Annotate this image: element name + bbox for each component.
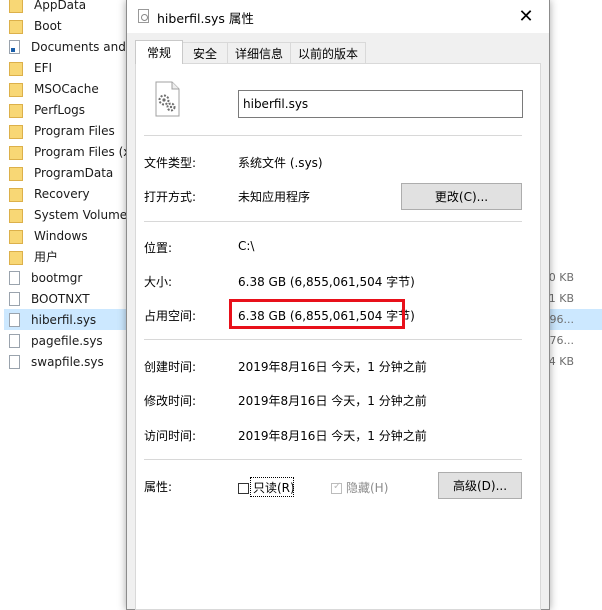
attributes-label: 属性: (144, 480, 173, 494)
file-name-field[interactable] (238, 90, 523, 118)
file-name: Boot (34, 18, 62, 33)
file-name: AppData (34, 0, 87, 12)
accessed-value: 2019年8月16日 今天，1 分钟之前 (238, 429, 427, 443)
file-type-label: 文件类型: (144, 156, 197, 170)
divider (144, 459, 522, 460)
dialog-title: hiberfil.sys 属性 (157, 11, 254, 26)
folder-icon (9, 61, 23, 76)
file-name: 用户 (34, 250, 59, 264)
folder-icon (9, 250, 23, 265)
divider (144, 135, 522, 136)
gear-file-icon (155, 81, 180, 117)
checkmark-icon: ✓ (333, 481, 342, 492)
file-name: ProgramData (34, 165, 114, 180)
size-value: 6.38 GB (6,855,061,504 字节) (238, 275, 415, 289)
opens-with-value: 未知应用程序 (238, 190, 311, 204)
file-name: System Volume I (34, 207, 135, 222)
hidden-checkbox: ✓ (331, 481, 342, 494)
file-name: Documents and S (31, 39, 138, 54)
file-name: BOOTNXT (31, 291, 90, 306)
file-name: PerfLogs (34, 102, 86, 117)
file-icon (9, 270, 20, 285)
file-size: 4 KB (548, 355, 574, 368)
created-value: 2019年8月16日 今天，1 分钟之前 (238, 360, 427, 374)
file-name: Program Files (34, 123, 115, 138)
location-value: C:\ (238, 239, 255, 253)
file-name: hiberfil.sys (31, 312, 97, 327)
file-type-value: 系统文件 (.sys) (238, 156, 323, 170)
tab-security[interactable]: 安全 (182, 42, 228, 63)
file-name: bootmgr (31, 270, 83, 285)
general-panel: 文件类型: 系统文件 (.sys) 打开方式: 未知应用程序 更改(C)... … (135, 63, 541, 610)
tab-previous-versions[interactable]: 以前的版本 (290, 42, 366, 63)
folder-icon (9, 124, 23, 139)
folder-icon (9, 103, 23, 118)
opens-with-label: 打开方式: (144, 190, 197, 204)
readonly-checkbox[interactable] (238, 483, 249, 494)
file-name: EFI (34, 60, 53, 75)
folder-icon (9, 145, 23, 160)
file-name: swapfile.sys (31, 354, 104, 369)
file-name: MSOCache (34, 81, 99, 96)
location-label: 位置: (144, 241, 173, 255)
file-icon (9, 291, 20, 306)
change-button[interactable]: 更改(C)... (401, 183, 522, 210)
file-size: 1 KB (548, 292, 574, 305)
file-name: Recovery (34, 186, 90, 201)
folder-icon (9, 0, 23, 13)
folder-icon (9, 187, 23, 202)
shortcut-icon (9, 39, 20, 54)
size-on-disk-label: 占用空间: (144, 309, 197, 323)
hidden-label: 隐藏(H) (346, 481, 389, 495)
file-icon (9, 333, 20, 348)
tab-details[interactable]: 详细信息 (227, 42, 291, 63)
created-label: 创建时间: (144, 360, 197, 374)
file-name: Program Files (x8 (34, 144, 139, 159)
folder-icon (9, 229, 23, 244)
modified-value: 2019年8月16日 今天，1 分钟之前 (238, 394, 427, 408)
divider (144, 339, 522, 340)
advanced-button[interactable]: 高级(D)... (438, 472, 522, 499)
file-size: 0 KB (548, 271, 574, 284)
properties-dialog: hiberfil.sys 属性 ✕ 常规 安全 详细信息 以前的版本 文件类型:… (126, 0, 550, 610)
divider (144, 221, 522, 222)
modified-label: 修改时间: (144, 394, 197, 408)
folder-icon (9, 19, 23, 34)
size-label: 大小: (144, 275, 173, 289)
folder-icon (9, 208, 23, 223)
folder-icon (9, 82, 23, 97)
accessed-label: 访问时间: (144, 429, 197, 443)
size-on-disk-highlight (229, 299, 405, 329)
readonly-label[interactable]: 只读(R) (253, 479, 295, 496)
title-bar[interactable]: hiberfil.sys 属性 ✕ (127, 0, 549, 33)
folder-icon (9, 166, 23, 181)
file-icon (9, 312, 20, 327)
tab-general[interactable]: 常规 (135, 40, 183, 64)
file-name: Windows (34, 228, 88, 243)
system-file-icon (138, 9, 149, 23)
file-name: pagefile.sys (31, 333, 103, 348)
file-icon (9, 354, 20, 369)
close-button[interactable]: ✕ (503, 0, 549, 33)
